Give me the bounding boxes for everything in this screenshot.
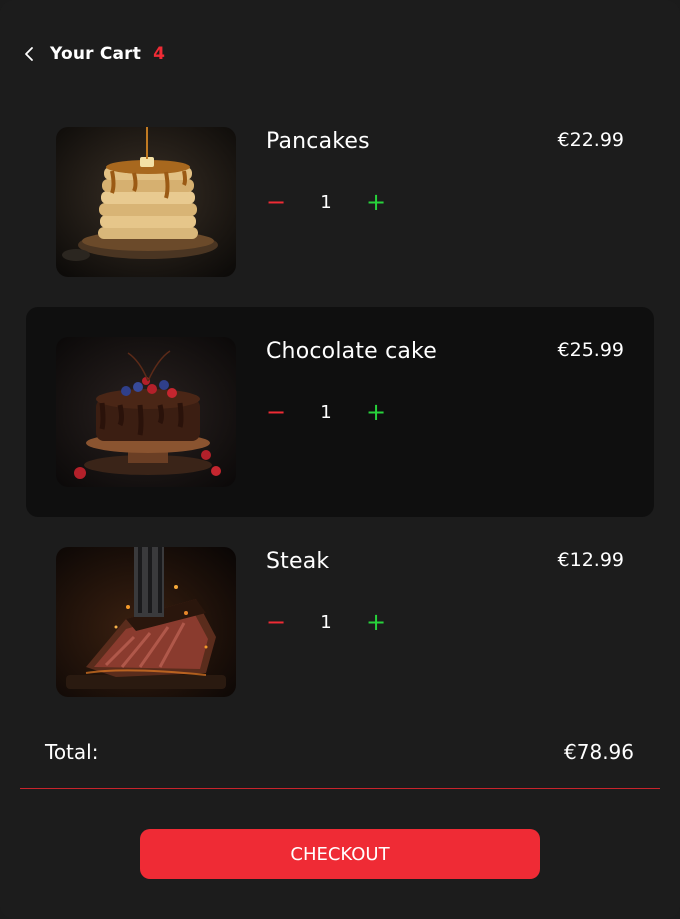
total-row: Total: €78.96 xyxy=(45,737,634,767)
quantity-stepper: − 1 + xyxy=(260,397,392,427)
increase-quantity-button[interactable]: + xyxy=(360,607,392,637)
quantity-stepper: − 1 + xyxy=(260,187,392,217)
chevron-left-icon xyxy=(25,47,33,61)
item-name: Pancakes xyxy=(266,129,370,154)
quantity-value: 1 xyxy=(320,401,332,423)
item-price: €22.99 xyxy=(557,129,624,151)
item-price: €25.99 xyxy=(557,339,624,361)
page-title: Your Cart xyxy=(50,44,142,64)
cart-item-steak[interactable]: Steak €12.99 − 1 + xyxy=(26,517,654,727)
cart-header: Your Cart 4 xyxy=(20,40,165,68)
cart-panel: Your Cart 4 Pancakes €22.99 − 1 + Chocol… xyxy=(0,0,680,919)
cart-item-chocolate-cake[interactable]: Chocolate cake €25.99 − 1 + xyxy=(26,307,654,517)
decrease-quantity-button[interactable]: − xyxy=(260,187,292,217)
increase-quantity-button[interactable]: + xyxy=(360,397,392,427)
total-label: Total: xyxy=(45,740,99,764)
back-button[interactable] xyxy=(20,40,38,68)
decrease-quantity-button[interactable]: − xyxy=(260,607,292,637)
pancakes-image xyxy=(56,127,236,277)
decrease-quantity-button[interactable]: − xyxy=(260,397,292,427)
quantity-value: 1 xyxy=(320,611,332,633)
cart-count-badge: 4 xyxy=(153,44,165,64)
item-name: Steak xyxy=(266,549,330,574)
item-price: €12.99 xyxy=(557,549,624,571)
chocolate-cake-image xyxy=(56,337,236,487)
quantity-value: 1 xyxy=(320,191,332,213)
checkout-button[interactable]: CHECKOUT xyxy=(140,829,540,879)
divider xyxy=(20,788,660,789)
item-name: Chocolate cake xyxy=(266,339,437,364)
cart-item-pancakes[interactable]: Pancakes €22.99 − 1 + xyxy=(26,107,654,317)
increase-quantity-button[interactable]: + xyxy=(360,187,392,217)
quantity-stepper: − 1 + xyxy=(260,607,392,637)
steak-image xyxy=(56,547,236,697)
total-value: €78.96 xyxy=(564,740,634,764)
